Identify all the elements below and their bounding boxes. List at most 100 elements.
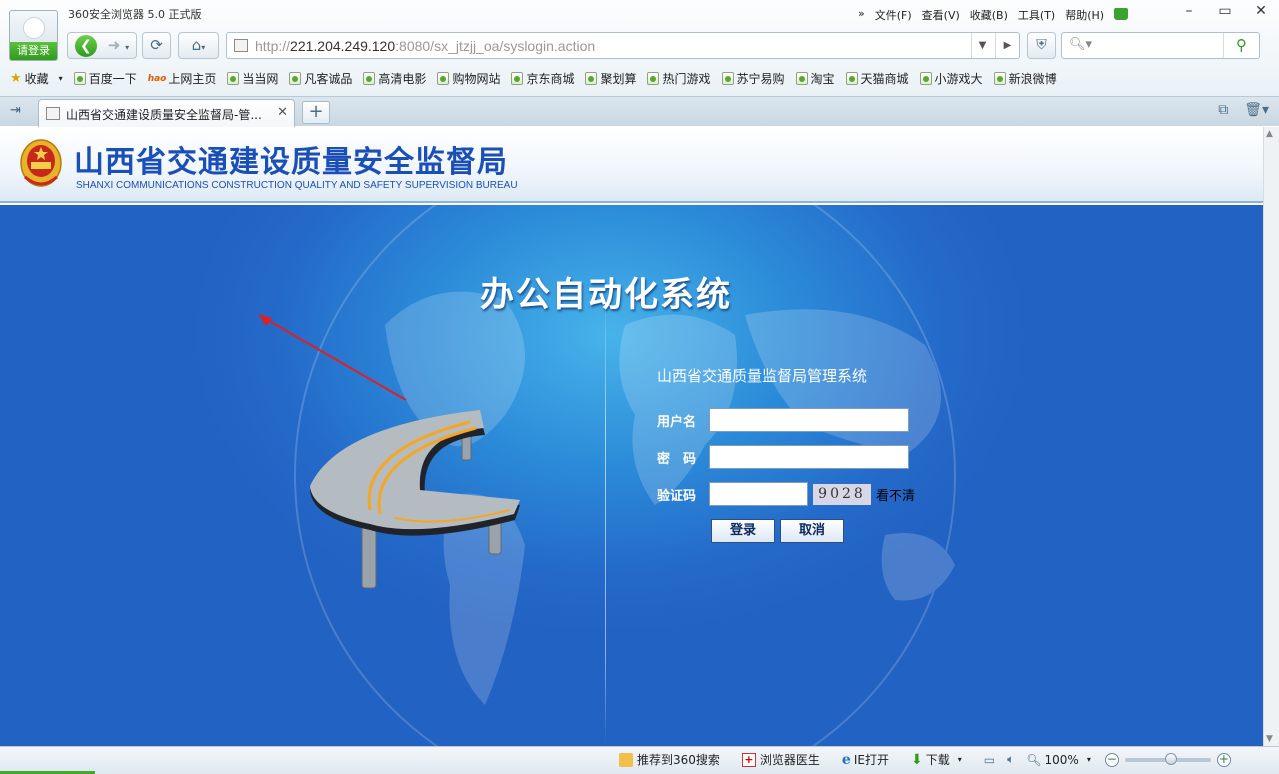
search-engine-icon[interactable]: 🔍︎▾ [1069,37,1092,52]
zoom-in-icon[interactable]: + [1216,752,1231,767]
thumbs-up-icon [619,752,633,767]
ie-icon: e [841,751,851,768]
bookmark-item[interactable]: 淘宝 [795,70,835,87]
recommend-360-search[interactable]: 推荐到360搜索 [619,751,720,768]
address-bar[interactable]: http://221.204.249.120:8080/sx_jtzjj_oa/… [226,32,1020,59]
search-box[interactable]: 🔍︎▾ ⚲ [1061,32,1260,59]
back-forward-group: ❮ ➜ ▾ [67,32,137,59]
page-icon [46,107,60,120]
forward-arrow-icon[interactable]: ➜ [108,36,121,54]
page-icon [919,72,932,85]
ie-open[interactable]: e IE打开 [842,751,889,768]
user-avatar-button[interactable]: 请登录 [9,10,58,61]
bookmark-item[interactable]: 百度一下 [73,70,137,87]
login-label[interactable]: 请登录 [10,42,57,60]
page-icon [289,72,302,85]
cancel-button[interactable]: 取消 [780,519,844,543]
vertical-scrollbar[interactable]: ▲ ▼ [1263,127,1279,746]
status-bar: 推荐到360搜索 + 浏览器医生 e IE打开 ⬇ 下载 ▾ ▭ 🔈︎ 🔍︎ 100% ▾ … [0,746,1279,774]
site-subtitle: SHANXI COMMUNICATIONS CONSTRUCTION QUALI… [76,180,518,191]
login-form: 山西省交通质量监督局管理系统 用户名 密 码 验证码 9028 看不清 登录 取… [657,365,957,543]
window-controls: – ▭ ✕ [1171,0,1279,24]
bookmark-item[interactable]: 高清电影 [363,70,426,87]
app-title: 360安全浏览器 5.0 正式版 [68,8,202,21]
history-dropdown-icon[interactable]: ▾ [125,43,129,52]
menu-bar: » 文件(F) 查看(V) 收藏(B) 工具(T) 帮助(H) [858,7,1129,23]
scroll-down-icon[interactable]: ▼ [1266,734,1273,744]
menu-more[interactable]: » [858,7,865,23]
close-window-button[interactable]: ✕ [1243,0,1279,24]
tab-active[interactable]: 山西省交通建设质量安全监督局-管... ✕ [38,99,295,127]
captcha-label: 验证码 [657,488,697,504]
skin-shirt-icon[interactable] [1114,8,1129,20]
page-icon [647,72,660,85]
password-row: 密 码 [657,445,909,469]
security-shield-button[interactable]: ⛨ [1027,32,1056,59]
captcha-refresh-link[interactable]: 看不清 [876,485,915,504]
restore-button[interactable]: ▭ [1207,0,1243,24]
zoom-level[interactable]: 🔍︎ 100% ▾ [1026,753,1091,767]
trash-icon[interactable]: 🗑︎▾ [1244,102,1269,118]
download-manager[interactable]: ⬇ 下载 ▾ [911,751,962,768]
chevron-down-icon: ▾ [1086,755,1091,764]
system-title: 办公自动化系统 [480,275,732,315]
sound-icon[interactable]: 🔈︎ [1007,752,1014,767]
captcha-image[interactable]: 9028 [813,483,871,505]
zoom-out-icon[interactable]: − [1104,752,1119,767]
menu-file[interactable]: 文件(F) [875,7,912,23]
scroll-up-icon[interactable]: ▲ [1266,129,1273,139]
bookmark-item[interactable]: 聚划算 [585,70,636,87]
username-row: 用户名 [657,408,909,432]
page-icon [845,72,858,85]
page-icon [993,72,1006,85]
bookmark-item[interactable]: 京东商城 [511,70,574,87]
new-tab-button[interactable]: + [302,101,330,124]
bookmark-item[interactable]: 苏宁易购 [721,70,785,87]
password-label: 密 码 [657,451,697,467]
menu-help[interactable]: 帮助(H) [1065,7,1104,23]
bookmark-item[interactable]: 小游戏大 [919,70,983,87]
login-heading: 山西省交通质量监督局管理系统 [657,367,868,385]
zoom-magnifier-icon: 🔍︎ [1026,752,1042,767]
bookmarks-favorites[interactable]: ★ 收藏 ▾ [10,70,63,87]
zoom-slider-thumb[interactable] [1164,752,1177,765]
refresh-button[interactable]: ⟳ [142,32,171,59]
bookmark-item[interactable]: 热门游戏 [647,70,711,87]
bookmark-item[interactable]: 凡客诚品 [289,70,352,87]
bookmark-item[interactable]: hao 上网主页 [148,70,217,87]
home-button[interactable]: ⌂▾ [178,32,219,59]
restore-tabs-icon[interactable]: ⧉ [1218,102,1228,118]
login-background: 办公自动化系统 山西省交通质量监督局管理系统 用户名 密 码 验证码 9028 … [0,205,1263,746]
address-url[interactable]: http://221.204.249.120:8080/sx_jtzjj_oa/… [255,38,595,54]
window-icon[interactable]: ▭ [984,753,995,767]
browser-doctor[interactable]: + 浏览器医生 [741,751,820,768]
web-page: 山西省交通建设质量安全监督局 SHANXI COMMUNICATIONS CON… [0,127,1263,746]
password-input[interactable] [709,445,909,469]
sidebar-toggle-icon[interactable]: ⇥ [10,103,21,118]
star-icon: ★ [10,71,22,86]
address-go-icon[interactable]: ▶ [995,33,1019,58]
username-input[interactable] [709,408,909,432]
page-icon [721,72,734,85]
menu-tools[interactable]: 工具(T) [1018,7,1055,23]
hao123-icon: hao [147,73,167,84]
highway-bridge-logo-icon [310,410,520,589]
bookmark-item[interactable]: 新浪微博 [993,70,1057,87]
home-icon: ⌂ [191,36,202,54]
site-title: 山西省交通建设质量安全监督局 [74,145,508,180]
bookmark-item[interactable]: 购物网站 [437,70,500,87]
zoom-slider[interactable] [1124,752,1211,765]
minimize-button[interactable]: – [1171,0,1207,24]
address-dropdown-icon[interactable]: ▼ [971,33,993,58]
menu-favorites[interactable]: 收藏(B) [970,7,1008,23]
home-dropdown-icon[interactable]: ▾ [201,43,205,52]
login-button[interactable]: 登录 [711,519,775,543]
back-arrow-icon[interactable]: ❮ [74,35,97,57]
bookmark-item[interactable]: 天猫商城 [845,70,909,87]
captcha-input[interactable] [709,482,808,506]
bookmark-item[interactable]: 当当网 [227,70,278,87]
search-go-icon[interactable]: ⚲ [1223,33,1259,58]
menu-view[interactable]: 查看(V) [922,7,960,23]
page-icon [227,72,240,85]
close-tab-icon[interactable]: ✕ [277,105,288,120]
